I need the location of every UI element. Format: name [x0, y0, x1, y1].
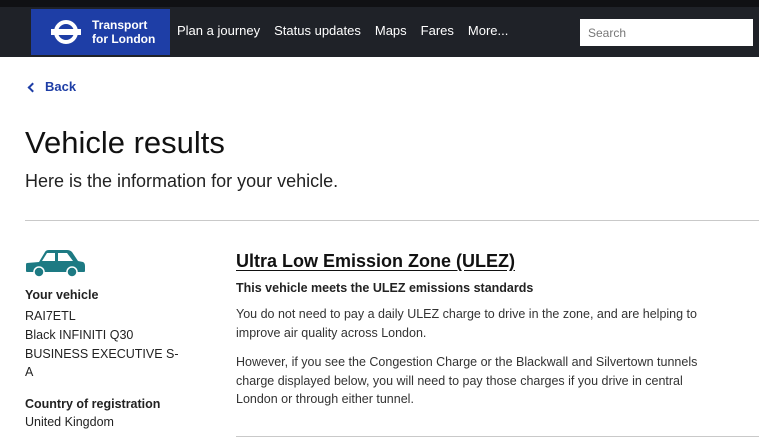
ulez-paragraph-2: However, if you see the Congestion Charg…: [236, 355, 698, 406]
vehicle-registration: RAI7ETL: [25, 309, 76, 323]
tfl-logo-link[interactable]: Transport for London: [31, 9, 170, 55]
ulez-status: This vehicle meets the ULEZ emissions st…: [236, 281, 534, 295]
ulez-paragraph-1: You do not need to pay a daily ULEZ char…: [236, 307, 697, 340]
back-link[interactable]: Back: [27, 79, 77, 94]
site-header: Transport for London Plan a journey Stat…: [0, 0, 759, 57]
main-nav: Plan a journey Status updates Maps Fares…: [177, 23, 522, 38]
intro-text: Here is the information for your vehicle…: [25, 171, 339, 191]
country-value: United Kingdom: [25, 415, 114, 429]
brand-line-1: Transport: [92, 18, 148, 32]
back-label: Back: [45, 79, 77, 94]
nav-more[interactable]: More...: [468, 23, 508, 38]
section-divider: [236, 436, 759, 437]
page-title: Vehicle results: [25, 125, 225, 160]
your-vehicle-label: Your vehicle: [25, 288, 99, 302]
brand-name: Transport for London: [92, 18, 155, 46]
divider: [25, 220, 759, 221]
chevron-left-icon: [27, 82, 38, 92]
header-stripe: [0, 0, 759, 7]
nav-fares[interactable]: Fares: [421, 23, 454, 38]
nav-maps[interactable]: Maps: [375, 23, 407, 38]
search-input[interactable]: [580, 19, 753, 46]
ulez-heading: Ultra Low Emission Zone (ULEZ): [236, 251, 516, 271]
country-label: Country of registration: [25, 397, 161, 411]
vehicle-description: Black INFINITI Q30 BUSINESS EXECUTIVE S-…: [25, 328, 179, 379]
brand-line-2: for London: [92, 32, 156, 46]
car-icon: [26, 250, 85, 278]
roundel-icon: [51, 20, 85, 44]
nav-plan-a-journey[interactable]: Plan a journey: [177, 23, 260, 38]
nav-status-updates[interactable]: Status updates: [274, 23, 361, 38]
